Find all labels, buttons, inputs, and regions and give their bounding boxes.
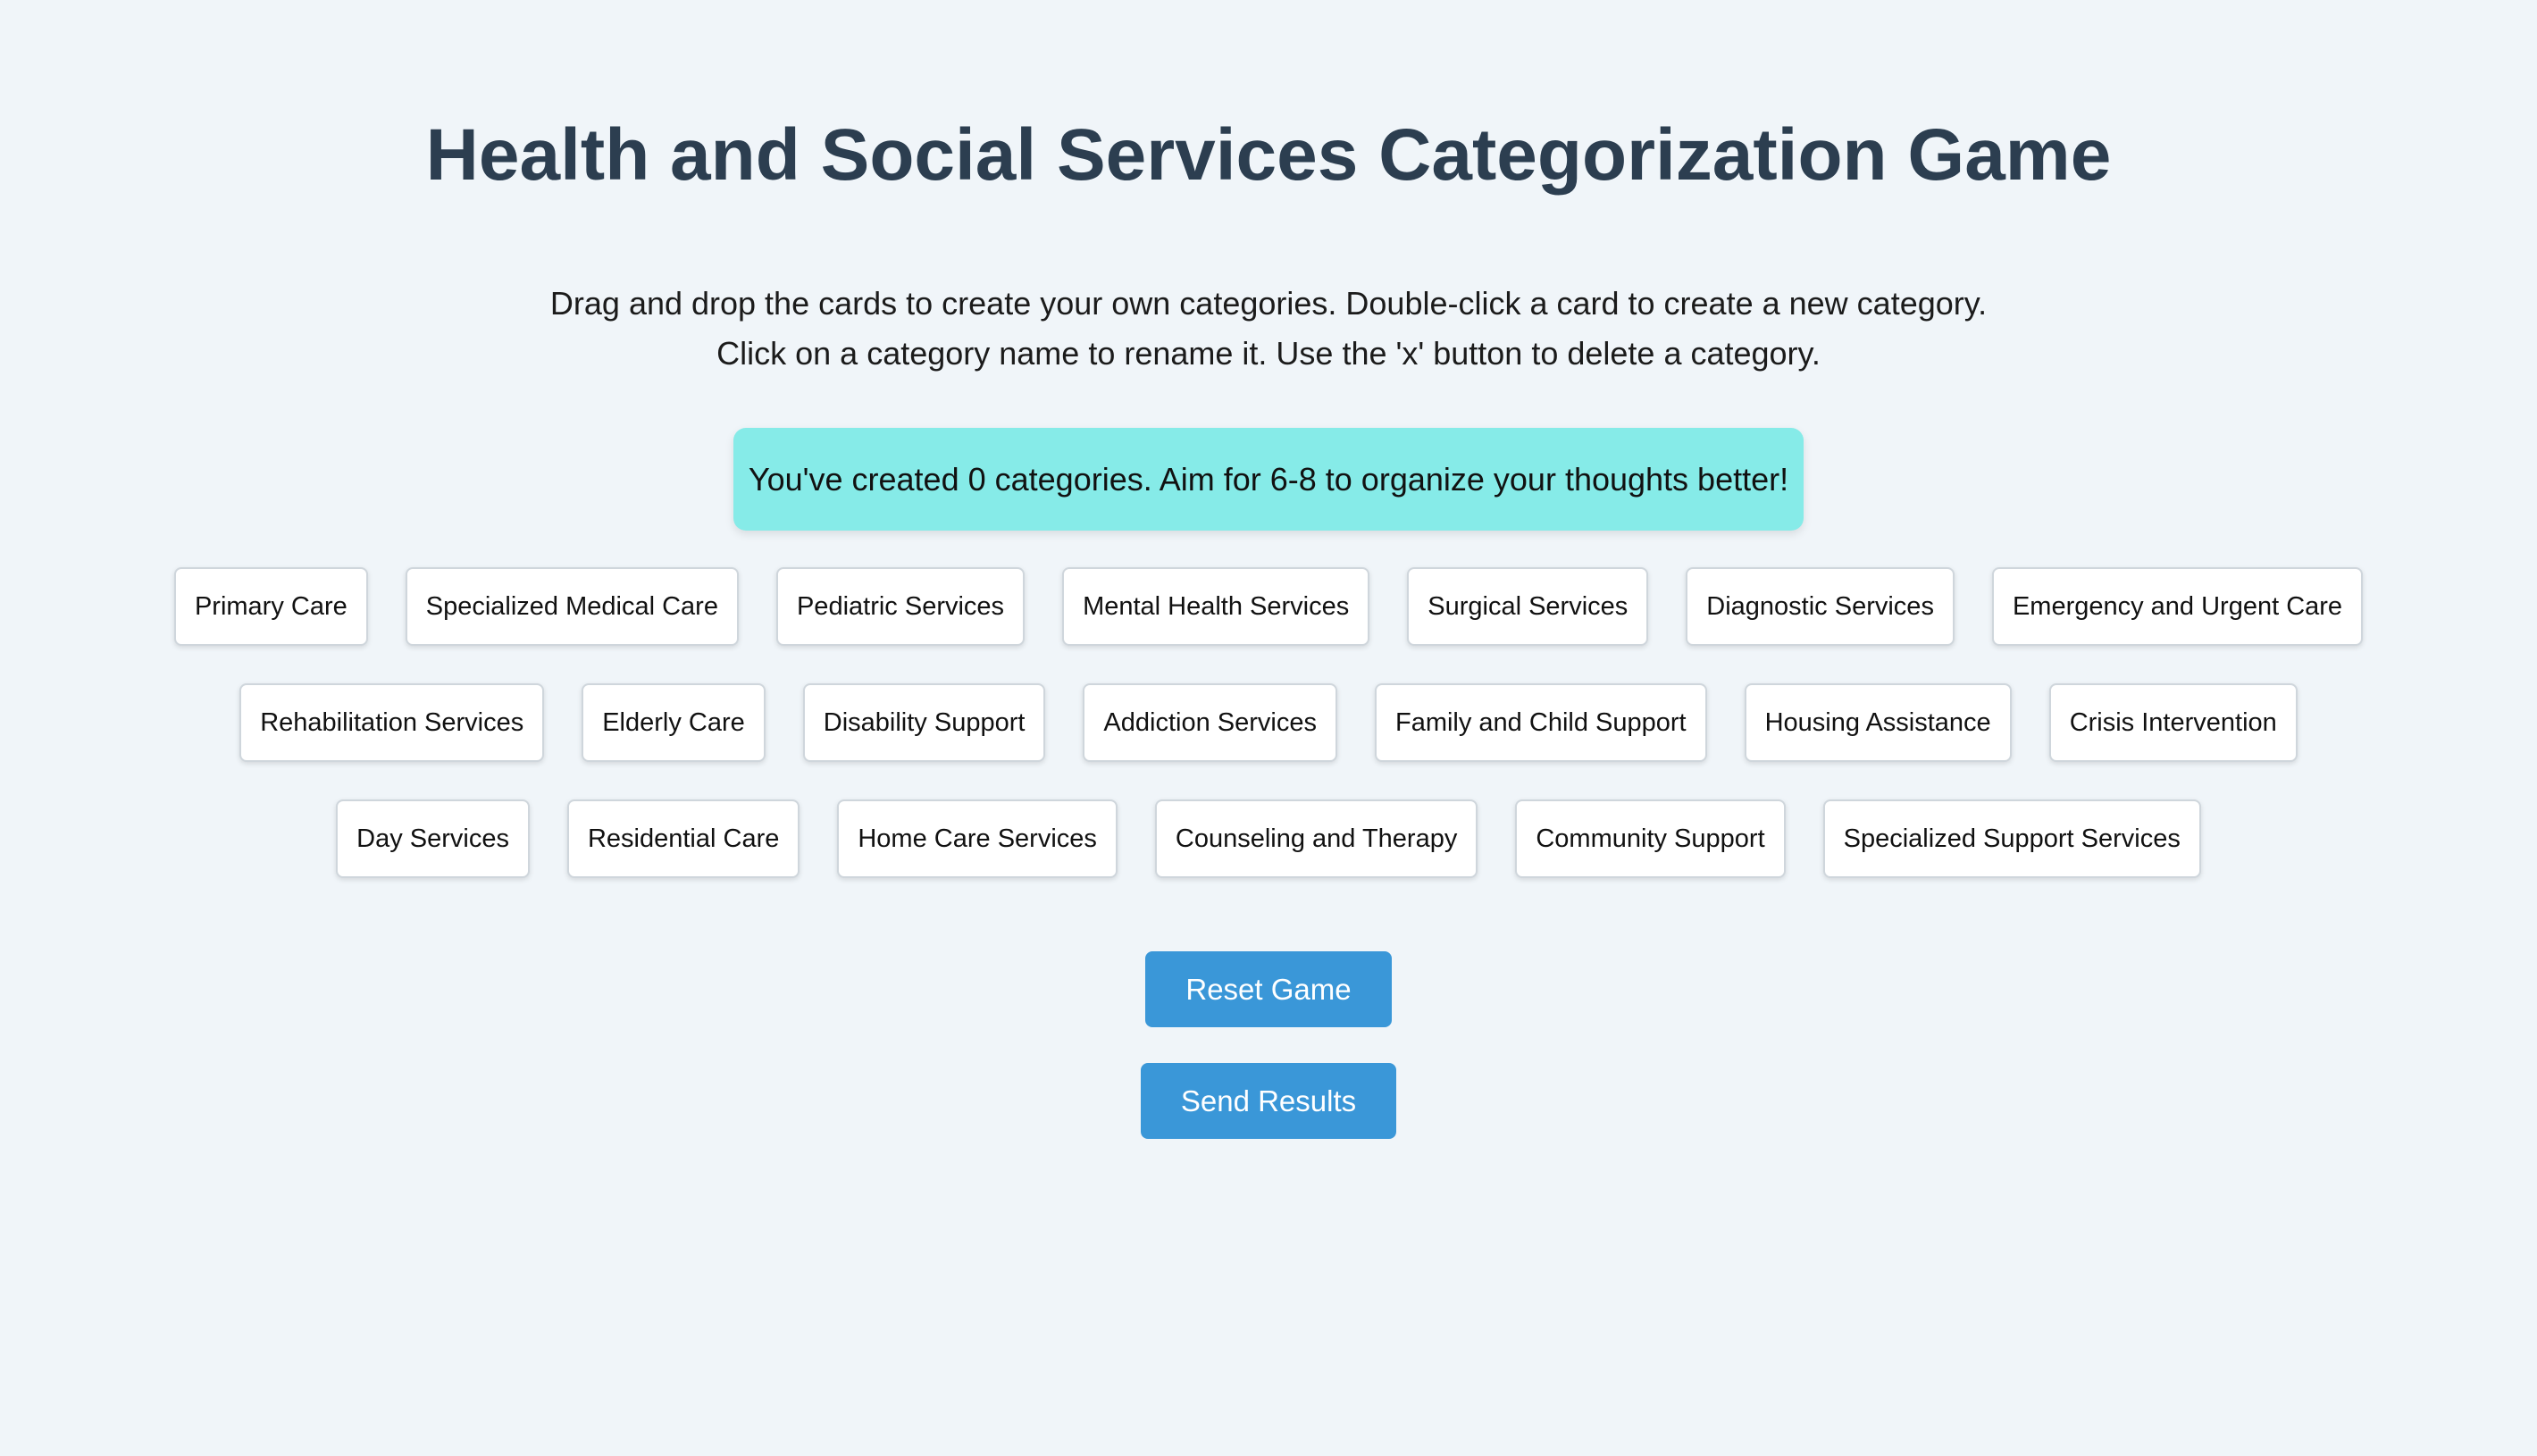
card-home-care-services[interactable]: Home Care Services <box>837 799 1118 878</box>
card-rehabilitation-services[interactable]: Rehabilitation Services <box>239 683 545 762</box>
card-specialized-support-services[interactable]: Specialized Support Services <box>1822 799 2201 878</box>
card-addiction-services[interactable]: Addiction Services <box>1083 683 1337 762</box>
card-residential-care[interactable]: Residential Care <box>566 799 800 878</box>
reset-game-button[interactable]: Reset Game <box>1145 951 1392 1027</box>
card-day-services[interactable]: Day Services <box>336 799 530 878</box>
card-pediatric-services[interactable]: Pediatric Services <box>775 567 1026 646</box>
card-primary-care[interactable]: Primary Care <box>173 567 368 646</box>
card-surgical-services[interactable]: Surgical Services <box>1407 567 1649 646</box>
card-mental-health-services[interactable]: Mental Health Services <box>1062 567 1370 646</box>
card-family-and-child-support[interactable]: Family and Child Support <box>1374 683 1707 762</box>
card-row-2: Rehabilitation Services Elderly Care Dis… <box>179 683 2358 762</box>
instructions-line-1: Drag and drop the cards to create your o… <box>549 285 1988 322</box>
card-row-1: Primary Care Specialized Medical Care Pe… <box>173 567 2364 646</box>
send-results-button[interactable]: Send Results <box>1141 1063 1396 1139</box>
instructions: Drag and drop the cards to create your o… <box>0 279 2537 379</box>
card-elderly-care[interactable]: Elderly Care <box>582 683 766 762</box>
card-pool: Primary Care Specialized Medical Care Pe… <box>173 567 2364 916</box>
instructions-line-2: Click on a category name to rename it. U… <box>716 335 1821 372</box>
card-counseling-and-therapy[interactable]: Counseling and Therapy <box>1154 799 1478 878</box>
card-community-support[interactable]: Community Support <box>1515 799 1786 878</box>
card-disability-support[interactable]: Disability Support <box>802 683 1046 762</box>
card-row-3: Day Services Residential Care Home Care … <box>179 799 2358 878</box>
category-count-banner: You've created 0 categories. Aim for 6-8… <box>733 428 1804 531</box>
card-housing-assistance[interactable]: Housing Assistance <box>1744 683 2012 762</box>
card-crisis-intervention[interactable]: Crisis Intervention <box>2048 683 2298 762</box>
card-diagnostic-services[interactable]: Diagnostic Services <box>1686 567 1955 646</box>
card-specialized-medical-care[interactable]: Specialized Medical Care <box>405 567 739 646</box>
card-emergency-and-urgent-care[interactable]: Emergency and Urgent Care <box>1991 567 2364 646</box>
page-title: Health and Social Services Categorizatio… <box>425 114 2112 196</box>
